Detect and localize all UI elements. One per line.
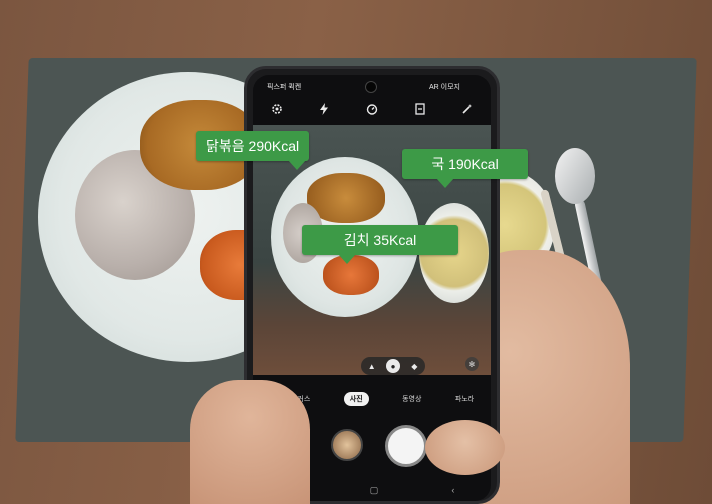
back-icon[interactable]: ‹	[451, 485, 454, 495]
shutter-button[interactable]	[385, 425, 427, 467]
scene-mode-switcher: ▲ ● ◆	[361, 357, 425, 375]
left-hand	[190, 380, 310, 504]
camera-toolbar	[253, 97, 491, 121]
ar-label-kimchi-text: 김치 35Kcal	[343, 232, 417, 248]
spoon	[555, 148, 595, 204]
front-camera	[365, 81, 377, 93]
flash-icon[interactable]	[316, 101, 332, 117]
ar-label-soup: 국 190Kcal	[402, 149, 528, 188]
mode-panorama[interactable]: 파노라	[455, 394, 474, 404]
magic-icon[interactable]	[459, 101, 475, 117]
right-thumb	[425, 420, 505, 475]
status-text-right: AR 이모지	[429, 84, 460, 91]
landscape-icon[interactable]: ▲	[365, 359, 379, 373]
settings-icon[interactable]	[269, 101, 285, 117]
timer-icon[interactable]	[364, 101, 380, 117]
mode-photo[interactable]: 사진	[343, 392, 369, 406]
drop-icon[interactable]: ◆	[407, 359, 421, 373]
ar-label-chicken-text: 닭볶음 290Kcal	[206, 138, 300, 154]
status-text-left: 픽스퍼 퀵켄	[267, 84, 302, 91]
ar-label-chicken: 닭볶음 290Kcal	[196, 131, 310, 170]
gallery-thumbnail[interactable]	[331, 429, 363, 461]
aspect-ratio-icon[interactable]	[412, 101, 428, 117]
home-icon[interactable]: ▢	[370, 485, 379, 496]
mode-video[interactable]: 동영상	[402, 394, 421, 404]
filter-icon[interactable]: ✻	[465, 357, 479, 371]
ar-label-kimchi: 김치 35Kcal	[302, 225, 458, 264]
food-icon[interactable]: ●	[385, 359, 400, 373]
ar-label-soup-text: 국 190Kcal	[431, 156, 499, 172]
